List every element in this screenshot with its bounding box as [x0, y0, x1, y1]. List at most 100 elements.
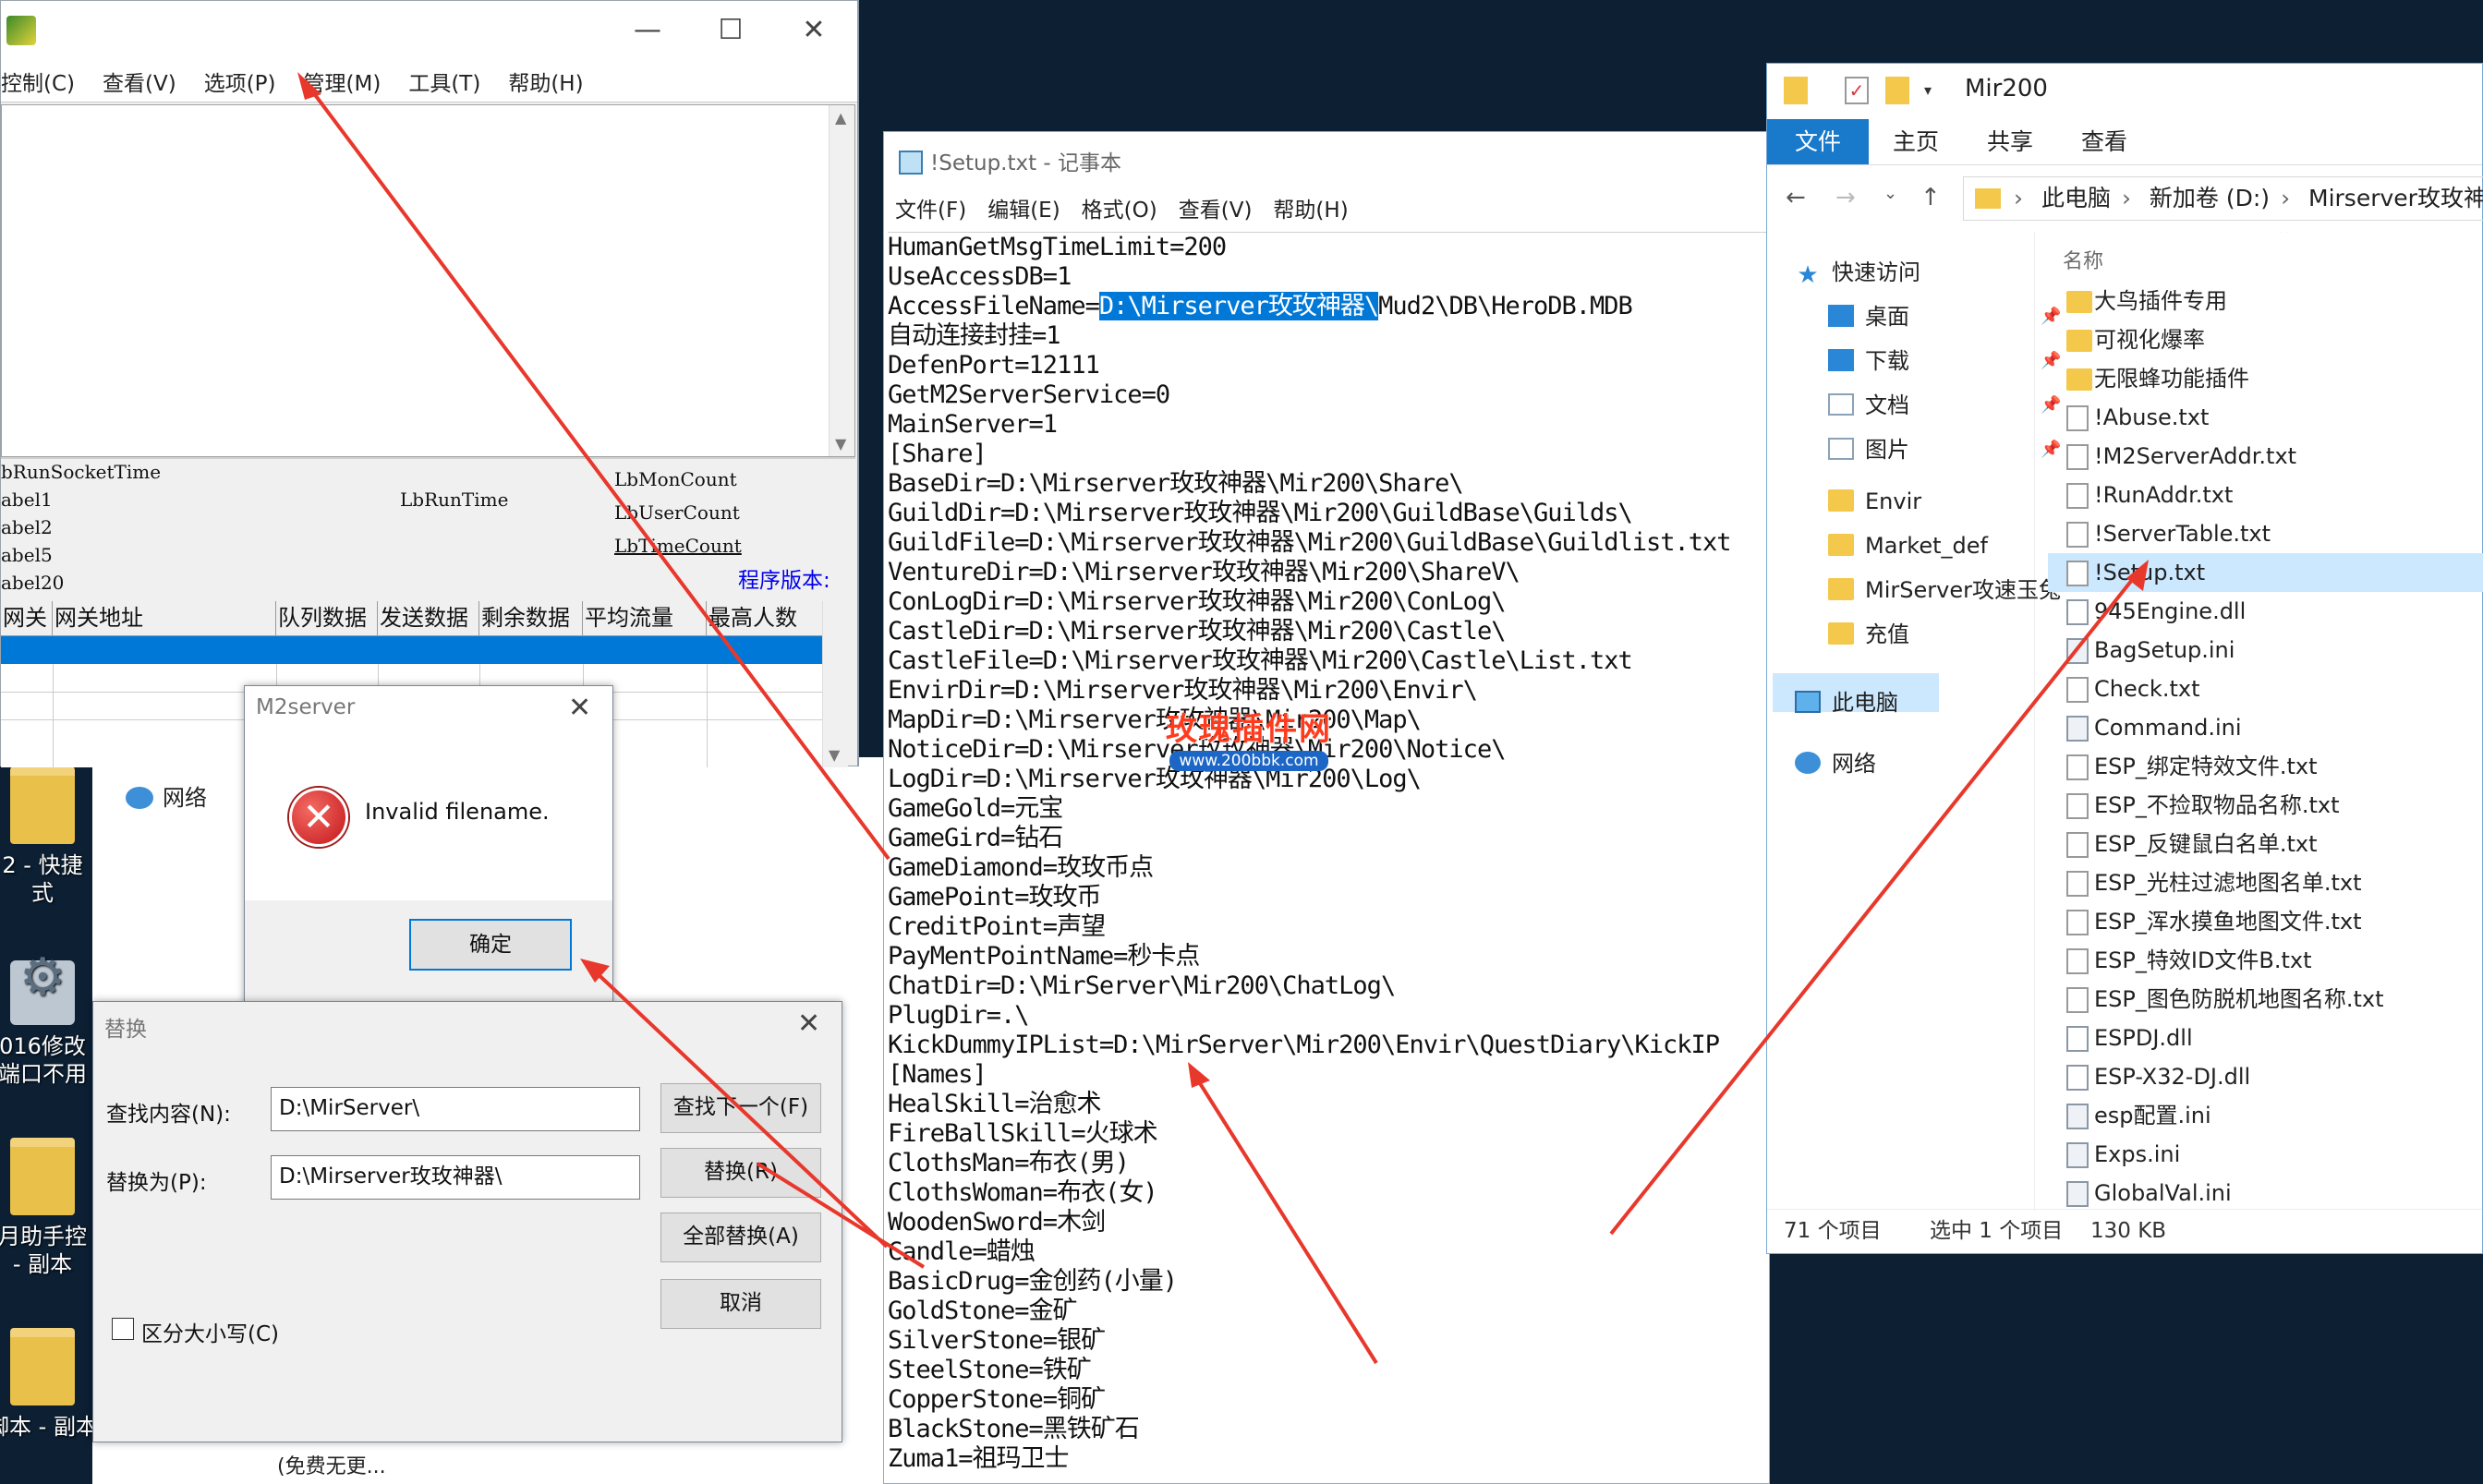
tab-home[interactable]: 主页	[1869, 119, 1963, 164]
file-item[interactable]: ESP-X32-DJ.dll	[2048, 1057, 2483, 1096]
text-line[interactable]: CreditPoint=声望	[888, 912, 1767, 942]
menu-manage[interactable]: 管理(M)	[290, 66, 395, 102]
file-item[interactable]: ESP_反键鼠白名单.txt	[2048, 825, 2483, 863]
new-folder-icon[interactable]	[1885, 77, 1909, 104]
scroll-up-icon[interactable]: ▲	[835, 109, 846, 127]
menu-options[interactable]: 选项(P)	[190, 66, 290, 102]
grid-col-max-users[interactable]: 最高人数	[707, 601, 823, 635]
file-item[interactable]: BagSetup.ini	[2048, 631, 2483, 670]
grid-col-address[interactable]: 网关地址	[53, 601, 276, 635]
text-line[interactable]: WoodenSword=木剑	[888, 1208, 1767, 1237]
text-line[interactable]: BaseDir=D:\Mirserver玫玫神器\Mir200\Share\	[888, 469, 1767, 499]
up-arrow-icon[interactable]: ↑	[1920, 184, 1941, 211]
text-line[interactable]: HealSkill=治愈术	[888, 1090, 1767, 1119]
desktop-icon-script[interactable]: 脚本 - 副本	[0, 1328, 98, 1441]
grid-col-sent[interactable]: 发送数据	[378, 601, 479, 635]
text-line[interactable]: GameGird=钻石	[888, 824, 1767, 853]
text-line[interactable]: GamePoint=玫玫币	[888, 883, 1767, 912]
menu-tools[interactable]: 工具(T)	[394, 66, 494, 102]
column-name-header[interactable]: 名称	[2063, 245, 2103, 274]
desktop-icon-helper[interactable]: 月助手控 - 副本	[0, 1138, 98, 1278]
grid-col-gateway[interactable]: 网关	[1, 601, 53, 635]
text-line[interactable]: PayMentPointName=秒卡点	[888, 942, 1767, 971]
menu-help[interactable]: 帮助(H)	[1262, 193, 1358, 228]
replace-button[interactable]: 替换(R)	[660, 1148, 821, 1198]
selected-text[interactable]: D:\Mirserver玫玫神器\	[1098, 292, 1379, 320]
tab-view[interactable]: 查看	[2057, 119, 2151, 164]
file-item[interactable]: 无限蜂功能插件	[2048, 359, 2483, 398]
notepad-text-area[interactable]: HumanGetMsgTimeLimit=200 UseAccessDB=1 Acc…	[888, 232, 1767, 1484]
menu-format[interactable]: 格式(O)	[1071, 193, 1168, 228]
file-item[interactable]: 大鸟插件专用	[2048, 282, 2483, 320]
file-item[interactable]: ESP_图色防脱机地图名称.txt	[2048, 980, 2483, 1019]
menu-view[interactable]: 查看(V)	[1168, 193, 1263, 228]
replace-input[interactable]: D:\Mirserver玫玫神器\	[271, 1155, 640, 1200]
file-item[interactable]: ESP_浑水摸鱼地图文件.txt	[2048, 902, 2483, 941]
text-line[interactable]: MainServer=1	[888, 410, 1767, 440]
nav-item[interactable]: 下载 📌	[1828, 343, 2061, 380]
text-line[interactable]: Zuma1=祖玛卫士	[888, 1444, 1767, 1474]
text-line[interactable]: GoldStone=金矿	[888, 1297, 1767, 1326]
close-button[interactable]: ✕	[777, 14, 851, 46]
cancel-button[interactable]: 取消	[660, 1279, 821, 1329]
nav-item[interactable]: 文档 📌	[1828, 387, 2061, 424]
file-item[interactable]: !M2ServerAddr.txt	[2048, 437, 2483, 476]
m2server-titlebar[interactable]: — ☐ ✕	[1, 1, 857, 66]
file-item[interactable]: !Setup.txt	[2048, 553, 2483, 592]
text-line[interactable]: DefenPort=12111	[888, 351, 1767, 380]
text-line[interactable]: [Share]	[888, 440, 1767, 469]
text-line[interactable]: CastleDir=D:\Mirserver玫玫神器\Mir200\Castle…	[888, 617, 1767, 646]
recent-dropdown-icon[interactable]: ⌄	[1883, 184, 1897, 203]
file-item[interactable]: ESP_不捡取物品名称.txt	[2048, 786, 2483, 825]
network-item[interactable]: 网络	[126, 779, 207, 812]
notepad-titlebar[interactable]: !Setup.txt - 记事本	[899, 145, 1121, 176]
nav-item[interactable]: 充值	[1828, 616, 1909, 653]
menu-control[interactable]: 控制(C)	[1, 66, 89, 102]
text-line[interactable]: GuildDir=D:\Mirserver玫玫神器\Mir200\GuildBa…	[888, 499, 1767, 528]
breadcrumb-this-pc[interactable]: 此电脑	[2041, 185, 2111, 211]
replace-all-button[interactable]: 全部替换(A)	[660, 1213, 821, 1262]
properties-icon[interactable]: ✓	[1845, 77, 1869, 104]
text-line[interactable]: FireBallSkill=火球术	[888, 1119, 1767, 1149]
text-line[interactable]: 自动连接封挂=1	[888, 321, 1767, 351]
text-line[interactable]: CastleFile=D:\Mirserver玫玫神器\Mir200\Castl…	[888, 646, 1767, 676]
file-item[interactable]: Exps.ini	[2048, 1135, 2483, 1174]
nav-item[interactable]: Market_def	[1828, 527, 1988, 564]
grid-selected-row[interactable]	[1, 636, 823, 664]
file-item[interactable]: !ServerTable.txt	[2048, 514, 2483, 553]
file-item[interactable]: 可视化爆率	[2048, 320, 2483, 359]
nav-item[interactable]: 此电脑	[1795, 684, 1898, 721]
explorer-titlebar[interactable]: ✓ ▾ Mir200	[1767, 64, 2482, 119]
desktop-icon-config[interactable]: 016修改 端口不用	[0, 960, 98, 1088]
file-item[interactable]: ESP_特效ID文件B.txt	[2048, 941, 2483, 980]
nav-item[interactable]: 桌面 📌	[1828, 298, 2061, 335]
menu-file[interactable]: 文件(F)	[884, 193, 976, 228]
menu-view[interactable]: 查看(V)	[89, 66, 190, 102]
file-item[interactable]: !RunAddr.txt	[2048, 476, 2483, 514]
text-line[interactable]: AccessFileName=D:\Mirserver玫玫神器\Mud2\DB\…	[888, 292, 1767, 321]
minimize-button[interactable]: —	[611, 14, 684, 46]
breadcrumb-folder[interactable]: Mirserver玫玫神器	[2308, 185, 2483, 211]
nav-item[interactable]: MirServer攻速玉兔	[1828, 572, 2061, 609]
text-line[interactable]: GameDiamond=玫玫币点	[888, 853, 1767, 883]
text-line[interactable]: ChatDir=D:\MirServer\Mir200\ChatLog\	[888, 971, 1767, 1001]
text-line[interactable]: SteelStone=铁矿	[888, 1356, 1767, 1385]
quick-access-dropdown-icon[interactable]: ▾	[1924, 77, 1948, 104]
text-line[interactable]: Candle=蜡烛	[888, 1237, 1767, 1267]
text-line[interactable]: GetM2ServerService=0	[888, 380, 1767, 410]
text-line[interactable]: BasicDrug=金创药(小量)	[888, 1267, 1767, 1297]
text-line[interactable]: PlugDir=.\	[888, 1001, 1767, 1031]
nav-item[interactable]: ★ 快速访问	[1795, 254, 1920, 291]
find-input[interactable]: D:\MirServer\	[271, 1087, 640, 1131]
ok-button[interactable]: 确定	[409, 919, 572, 971]
text-line[interactable]: BlackStone=黑铁矿石	[888, 1415, 1767, 1444]
grid-col-avg-traffic[interactable]: 平均流量	[583, 601, 707, 635]
file-item[interactable]: GlobalVal.ini	[2048, 1174, 2483, 1211]
text-line[interactable]: HumanGetMsgTimeLimit=200	[888, 233, 1767, 262]
text-line[interactable]: GameGold=元宝	[888, 794, 1767, 824]
file-item[interactable]: !Abuse.txt	[2048, 398, 2483, 437]
scroll-down-icon[interactable]: ▼	[835, 435, 846, 452]
log-area[interactable]: ▲ ▼	[1, 104, 855, 457]
address-path[interactable]: › 此电脑› 新加卷 (D:)› Mirserver玫玫神器	[1963, 176, 2483, 221]
text-line[interactable]: GuildFile=D:\Mirserver玫玫神器\Mir200\GuildB…	[888, 528, 1767, 558]
